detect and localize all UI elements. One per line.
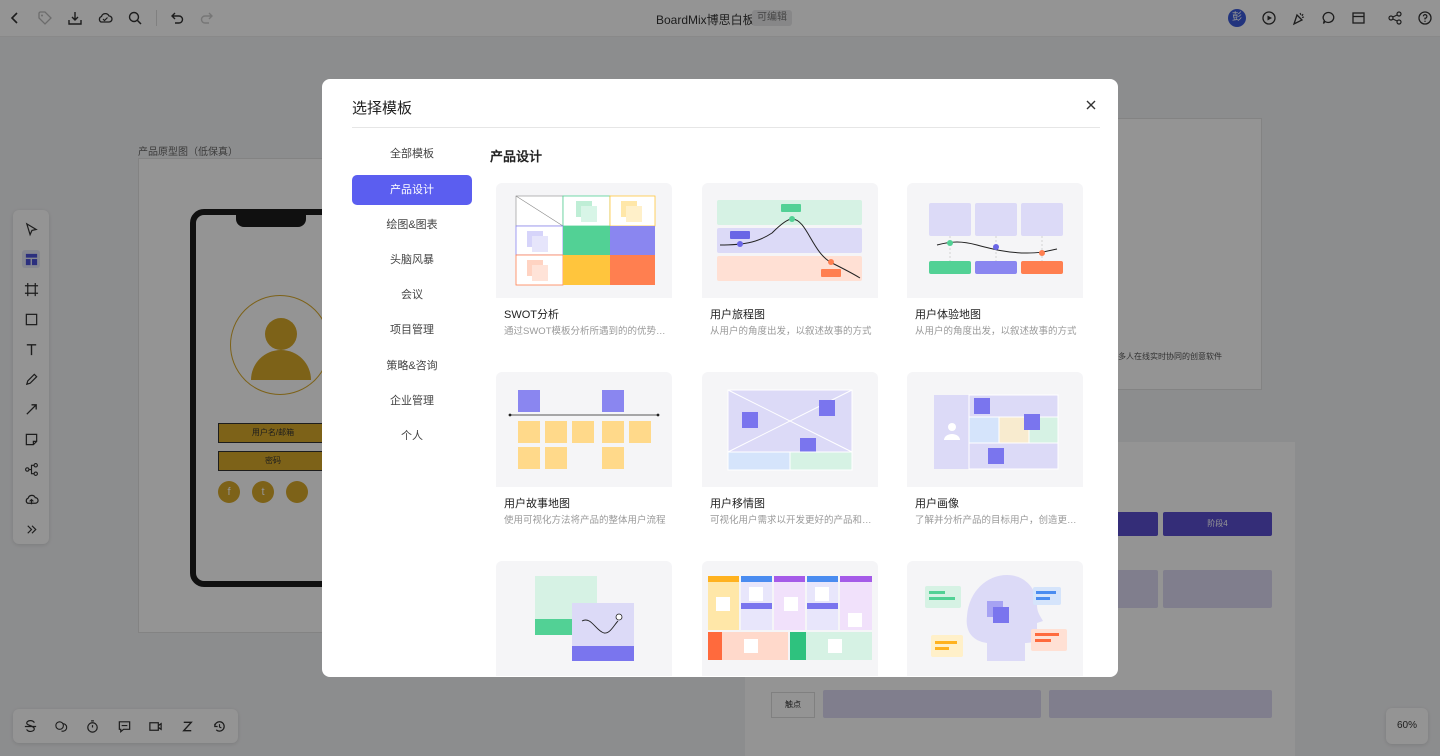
template-thumbnail	[496, 372, 672, 487]
template-title: 用户故事地图	[504, 498, 570, 510]
template-description: 通过SWOT模板分析所遇到的的优势、劣势、机会和威胁	[504, 326, 666, 337]
template-thumbnail	[702, 561, 878, 676]
category-meeting[interactable]: 会议	[352, 280, 472, 310]
template-card-persona[interactable]: 用户画像 了解并分析产品的目标用户，创造更好的体验	[907, 372, 1083, 542]
template-description: 从用户的角度出发，以叙述故事的方式	[915, 326, 1077, 337]
template-thumbnail	[907, 183, 1083, 298]
modal-divider	[352, 127, 1100, 128]
template-picker-modal: 选择模板 全部模板 产品设计 绘图&图表 头脑风暴 会议 项目管理 策略&咨询 …	[322, 79, 1118, 677]
template-card-8[interactable]	[702, 561, 878, 677]
category-personal[interactable]: 个人	[352, 421, 472, 451]
category-all[interactable]: 全部模板	[352, 139, 472, 169]
template-description: 从用户的角度出发，以叙述故事的方式	[710, 326, 872, 337]
section-title: 产品设计	[490, 149, 543, 164]
category-enterprise-management[interactable]: 企业管理	[352, 386, 472, 416]
template-card-empathy-map[interactable]: 用户移情图 可视化用户需求以开发更好的产品和服务	[702, 372, 878, 542]
template-thumbnail	[702, 372, 878, 487]
category-product-design[interactable]: 产品设计	[352, 175, 472, 205]
template-title: 用户旅程图	[710, 309, 765, 321]
template-card-7[interactable]	[496, 561, 672, 677]
template-title: 用户体验地图	[915, 309, 981, 321]
template-thumbnail	[702, 183, 878, 298]
category-drawing-charts[interactable]: 绘图&图表	[352, 210, 472, 240]
category-project-management[interactable]: 项目管理	[352, 315, 472, 345]
template-thumbnail	[496, 561, 672, 676]
template-card-ux-map[interactable]: 用户体验地图 从用户的角度出发，以叙述故事的方式	[907, 183, 1083, 353]
template-card-9[interactable]	[907, 561, 1083, 677]
category-brainstorm[interactable]: 头脑风暴	[352, 245, 472, 275]
template-description: 可视化用户需求以开发更好的产品和服务	[710, 515, 872, 526]
template-thumbnail	[496, 183, 672, 298]
close-icon[interactable]	[1084, 98, 1098, 112]
template-description: 了解并分析产品的目标用户，创造更好的体验	[915, 515, 1077, 526]
template-card-story-map[interactable]: 用户故事地图 使用可视化方法将产品的整体用户流程	[496, 372, 672, 542]
template-description: 使用可视化方法将产品的整体用户流程	[504, 515, 666, 526]
template-title: 用户画像	[915, 498, 959, 510]
template-thumbnail	[907, 561, 1083, 676]
modal-title: 选择模板	[352, 100, 413, 117]
template-title: 用户移情图	[710, 498, 765, 510]
category-strategy-consulting[interactable]: 策略&咨询	[352, 351, 472, 381]
template-card-user-journey[interactable]: 用户旅程图 从用户的角度出发，以叙述故事的方式	[702, 183, 878, 353]
template-thumbnail	[907, 372, 1083, 487]
template-card-swot[interactable]: SWOT分析 通过SWOT模板分析所遇到的的优势、劣势、机会和威胁	[496, 183, 672, 353]
template-title: SWOT分析	[504, 309, 559, 321]
